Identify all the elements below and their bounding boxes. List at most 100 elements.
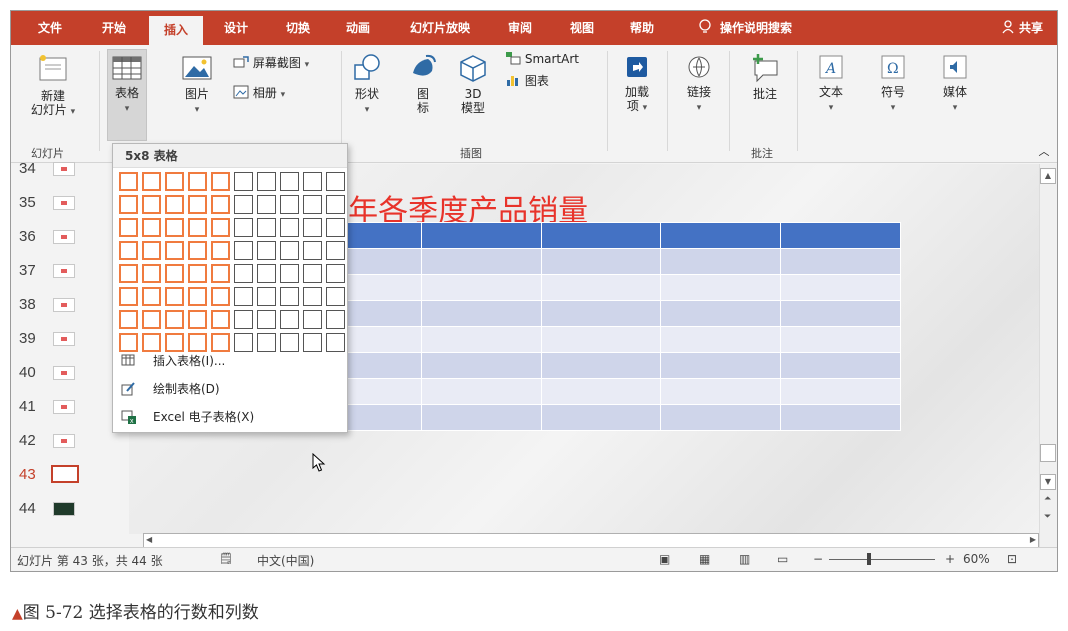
- table-grid-cell[interactable]: [234, 195, 253, 214]
- tab-review[interactable]: 审阅: [495, 11, 545, 45]
- table-grid-cell[interactable]: [165, 172, 184, 191]
- text-button[interactable]: A 文本 ▾: [809, 53, 853, 115]
- addins-button[interactable]: 加载 项 ▾: [617, 53, 657, 115]
- zoom-out-icon[interactable]: −: [813, 552, 823, 566]
- table-grid-cell[interactable]: [326, 172, 345, 191]
- slide-thumbnail[interactable]: 44: [11, 496, 121, 530]
- table-grid-cell[interactable]: [188, 172, 207, 191]
- comment-button[interactable]: 批注: [743, 53, 787, 101]
- smartart-button[interactable]: SmartArt: [505, 51, 595, 66]
- slide-thumbnail[interactable]: 41: [11, 394, 121, 428]
- table-grid-cell[interactable]: [280, 172, 299, 191]
- scroll-thumb[interactable]: [1040, 444, 1056, 462]
- fit-slide-icon[interactable]: ⊡: [1007, 552, 1017, 566]
- zoom-level[interactable]: 60%: [963, 552, 990, 566]
- shapes-button[interactable]: 形状 ▾: [347, 53, 387, 117]
- slide-thumbnail[interactable]: 35: [11, 190, 121, 224]
- table-grid-cell[interactable]: [211, 195, 230, 214]
- table-grid-cell[interactable]: [142, 218, 161, 237]
- tab-transitions[interactable]: 切换: [273, 11, 323, 45]
- table-grid-cell[interactable]: [211, 264, 230, 283]
- table-grid-cell[interactable]: [303, 241, 322, 260]
- collapse-ribbon-icon[interactable]: ︿: [1037, 145, 1051, 159]
- table-grid-cell[interactable]: [165, 310, 184, 329]
- scroll-right-icon[interactable]: ▶: [1030, 535, 1036, 544]
- new-slide-button[interactable]: 新建 幻灯片 ▾: [29, 53, 77, 119]
- table-grid-cell[interactable]: [119, 218, 138, 237]
- slide-thumbnail[interactable]: 39: [11, 326, 121, 360]
- table-grid-cell[interactable]: [211, 218, 230, 237]
- 3d-models-button[interactable]: 3D 模型: [453, 53, 493, 115]
- table-grid-cell[interactable]: [303, 287, 322, 306]
- table-grid-cell[interactable]: [165, 287, 184, 306]
- zoom-in-icon[interactable]: +: [945, 552, 955, 566]
- table-grid-cell[interactable]: [188, 241, 207, 260]
- slide-thumbnail[interactable]: 40: [11, 360, 121, 394]
- zoom-slider-track[interactable]: [829, 559, 935, 560]
- screenshot-button[interactable]: 屏幕截图 ▾: [233, 55, 323, 72]
- slide-table[interactable]: [301, 222, 901, 431]
- tab-help[interactable]: 帮助: [617, 11, 667, 45]
- table-grid-cell[interactable]: [326, 264, 345, 283]
- tab-file[interactable]: 文件: [25, 11, 75, 45]
- scroll-down-icon[interactable]: ▼: [1040, 474, 1056, 490]
- table-grid-cell[interactable]: [211, 241, 230, 260]
- zoom-slider-handle[interactable]: [867, 553, 871, 565]
- table-grid-cell[interactable]: [119, 195, 138, 214]
- table-grid-cell[interactable]: [280, 264, 299, 283]
- table-grid-cell[interactable]: [326, 241, 345, 260]
- table-grid-cell[interactable]: [165, 218, 184, 237]
- language-status[interactable]: 中文(中国): [257, 552, 314, 569]
- table-grid-cell[interactable]: [303, 264, 322, 283]
- table-grid-cell[interactable]: [211, 310, 230, 329]
- scroll-left-icon[interactable]: ◀: [146, 535, 152, 544]
- table-grid-cell[interactable]: [188, 287, 207, 306]
- slideshow-icon[interactable]: ▭: [777, 552, 788, 566]
- table-grid-cell[interactable]: [303, 195, 322, 214]
- previous-slide-icon[interactable]: ⏶: [1044, 494, 1051, 504]
- table-button[interactable]: 表格 ▾: [107, 49, 147, 141]
- insert-table-item[interactable]: 插入表格(I)...: [113, 347, 347, 375]
- table-grid-cell[interactable]: [234, 172, 253, 191]
- tab-design[interactable]: 设计: [211, 11, 261, 45]
- table-grid-cell[interactable]: [142, 241, 161, 260]
- table-grid-cell[interactable]: [280, 195, 299, 214]
- vertical-scrollbar[interactable]: ▲ ▼ ⏶ ⏷: [1039, 164, 1057, 550]
- table-grid-cell[interactable]: [303, 310, 322, 329]
- table-grid-cell[interactable]: [326, 310, 345, 329]
- table-grid-cell[interactable]: [280, 241, 299, 260]
- table-grid-cell[interactable]: [142, 287, 161, 306]
- table-grid-cell[interactable]: [165, 195, 184, 214]
- table-grid-cell[interactable]: [119, 172, 138, 191]
- tab-animations[interactable]: 动画: [333, 11, 383, 45]
- slide-thumbnail[interactable]: 43: [11, 462, 121, 496]
- table-grid-cell[interactable]: [257, 172, 276, 191]
- excel-table-item[interactable]: x Excel 电子表格(X): [113, 403, 347, 431]
- draw-table-item[interactable]: 绘制表格(D): [113, 375, 347, 403]
- tell-me-search[interactable]: 操作说明搜索: [698, 11, 792, 45]
- symbol-button[interactable]: Ω 符号 ▾: [871, 53, 915, 115]
- table-grid-cell[interactable]: [234, 218, 253, 237]
- table-grid-cell[interactable]: [326, 195, 345, 214]
- slide-thumbnail[interactable]: 42: [11, 428, 121, 462]
- table-grid-cell[interactable]: [234, 287, 253, 306]
- table-grid-cell[interactable]: [188, 218, 207, 237]
- table-grid-cell[interactable]: [165, 241, 184, 260]
- slide-thumbnail[interactable]: 38: [11, 292, 121, 326]
- scroll-up-icon[interactable]: ▲: [1040, 168, 1056, 184]
- table-grid-cell[interactable]: [257, 287, 276, 306]
- table-grid-cell[interactable]: [142, 195, 161, 214]
- slide-thumbnail[interactable]: 34: [11, 156, 121, 190]
- table-grid-cell[interactable]: [303, 172, 322, 191]
- table-grid-cell[interactable]: [142, 264, 161, 283]
- table-grid-cell[interactable]: [119, 287, 138, 306]
- tab-home[interactable]: 开始: [89, 11, 139, 45]
- table-grid-cell[interactable]: [280, 218, 299, 237]
- table-grid-cell[interactable]: [257, 218, 276, 237]
- table-grid-cell[interactable]: [142, 172, 161, 191]
- slide-thumbnail[interactable]: 37: [11, 258, 121, 292]
- share-button[interactable]: 共享: [1002, 11, 1043, 45]
- picture-button[interactable]: 图片 ▾: [177, 53, 217, 117]
- slide-thumbnail[interactable]: 36: [11, 224, 121, 258]
- tab-view[interactable]: 视图: [557, 11, 607, 45]
